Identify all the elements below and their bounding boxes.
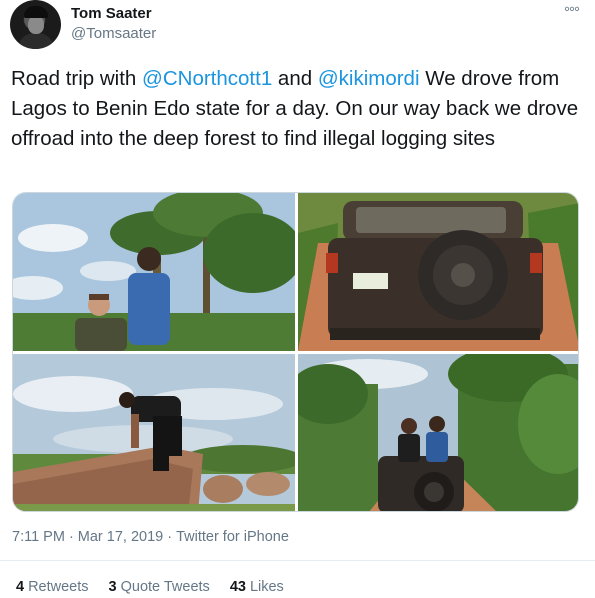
photo-suv-rear-dirt-road[interactable] — [298, 193, 578, 351]
tweet-time[interactable]: 7:11 PM — [12, 529, 65, 545]
tweet-stats: 4 Retweets 3 Quote Tweets 43 Likes — [16, 579, 284, 595]
photo-men-on-suv-forest-road[interactable] — [298, 354, 578, 511]
more-options-icon[interactable]: °°° — [564, 4, 580, 21]
mention-link[interactable]: @CNorthcott1 — [142, 67, 272, 90]
likes-label: Likes — [249, 579, 284, 595]
author-handle[interactable]: @Tomsaater — [71, 25, 156, 43]
quote-tweets-stat[interactable]: 3 Quote Tweets — [109, 579, 210, 595]
avatar-hat-shape — [24, 6, 48, 18]
tweet-text: Road trip with @CNorthcott1 and @kikimor… — [11, 64, 583, 154]
tweet-header: Tom Saater @Tomsaater °°° — [10, 0, 585, 52]
tweet-text-part: Road trip with — [11, 67, 143, 90]
likes-stat[interactable]: 43 Likes — [230, 579, 284, 595]
avatar-body-shape — [18, 33, 54, 49]
media-grid — [12, 192, 579, 512]
avatar[interactable] — [10, 0, 61, 49]
mention-link[interactable]: @kikimordi — [318, 67, 420, 90]
tweet: Tom Saater @Tomsaater °°° Road trip with… — [0, 0, 595, 598]
retweets-label: Retweets — [28, 579, 89, 595]
author-names[interactable]: Tom Saater @Tomsaater — [71, 5, 156, 43]
retweets-stat[interactable]: 4 Retweets — [16, 579, 89, 595]
tweet-date[interactable]: Mar 17, 2019 — [78, 529, 163, 545]
divider — [0, 560, 595, 561]
meta-separator: · — [68, 529, 74, 545]
meta-separator: · — [167, 529, 173, 545]
photo-two-men-palm-trees[interactable] — [13, 193, 295, 351]
tweet-meta: 7:11 PM · Mar 17, 2019 · Twitter for iPhone — [12, 529, 289, 545]
quote-tweets-label: Quote Tweets — [120, 579, 210, 595]
quote-tweets-count: 3 — [108, 579, 117, 595]
avatar-face-shape — [28, 16, 44, 34]
photo-man-climbing-logs[interactable] — [13, 354, 295, 511]
tweet-source[interactable]: Twitter for iPhone — [176, 529, 289, 545]
likes-count: 43 — [229, 579, 246, 595]
author-display-name[interactable]: Tom Saater — [71, 5, 156, 23]
tweet-text-part: and — [272, 67, 318, 90]
retweets-count: 4 — [16, 579, 25, 595]
